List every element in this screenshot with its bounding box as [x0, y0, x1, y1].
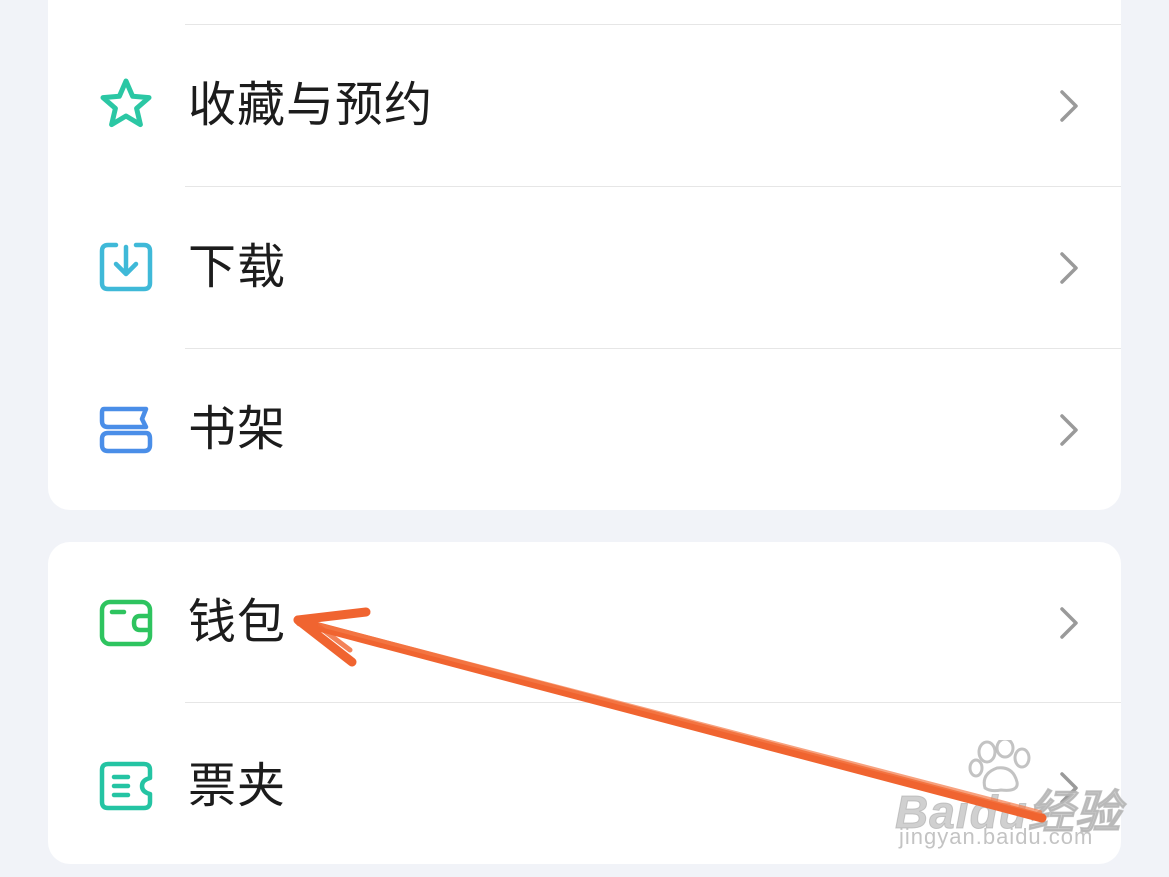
- menu-item-label: 票夹: [188, 758, 287, 814]
- chevron-right-icon: [1056, 248, 1082, 288]
- menu-item-label: 书架: [188, 401, 287, 457]
- watermark-url: jingyan.baidu.com: [899, 824, 1094, 849]
- divider: [185, 702, 1121, 703]
- watermark: Baidu经验 jingyan.baidu.com: [895, 740, 1125, 860]
- ticket-icon: [96, 756, 156, 816]
- star-icon: [96, 75, 156, 135]
- divider: [185, 348, 1121, 349]
- menu-item-favorites[interactable]: 收藏与预约: [48, 24, 1121, 186]
- divider: [185, 24, 1121, 25]
- menu-card-top: 收藏与预约 下载 书架: [48, 0, 1121, 510]
- divider: [185, 186, 1121, 187]
- menu-item-bookshelf[interactable]: 书架: [48, 348, 1121, 510]
- menu-item-downloads[interactable]: 下载: [48, 186, 1121, 348]
- menu-item-wallet[interactable]: 钱包: [48, 542, 1121, 704]
- chevron-right-icon: [1056, 86, 1082, 126]
- wallet-icon: [96, 592, 156, 652]
- download-icon: [96, 237, 156, 297]
- menu-item-label: 钱包: [188, 594, 287, 650]
- menu-item-label: 收藏与预约: [188, 77, 434, 133]
- menu-item-label: 下载: [188, 239, 287, 295]
- chevron-right-icon: [1056, 410, 1082, 450]
- chevron-right-icon: [1056, 603, 1082, 643]
- bookshelf-icon: [96, 399, 156, 459]
